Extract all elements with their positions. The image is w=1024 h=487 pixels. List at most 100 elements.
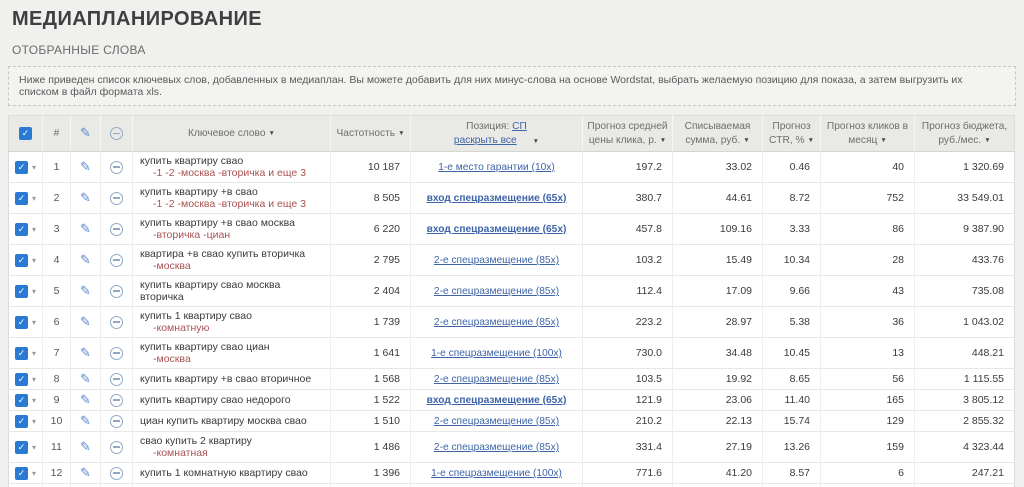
minus-circle-icon[interactable] bbox=[110, 441, 123, 454]
minus-circle-icon[interactable] bbox=[110, 415, 123, 428]
col-position: Позиция: СП раскрыть все▼ bbox=[411, 116, 583, 152]
position-cell: вход спецразмещение (65x) bbox=[411, 390, 583, 411]
pencil-icon[interactable]: ✎ bbox=[80, 160, 91, 173]
caret-down-icon[interactable]: ▾ bbox=[32, 318, 36, 327]
keyword-cell: купить квартиру свао москва вторичка bbox=[133, 276, 331, 307]
table-row: ✓▾5✎купить квартиру свао москва вторичка… bbox=[9, 276, 1015, 307]
row-checkbox[interactable]: ✓ bbox=[15, 467, 28, 480]
row-checkbox[interactable]: ✓ bbox=[15, 223, 28, 236]
caret-down-icon[interactable]: ▾ bbox=[32, 469, 36, 478]
col-avg-click-price[interactable]: Прогноз средней цены клика, р.▼ bbox=[583, 116, 673, 152]
clicks-value: 129 bbox=[821, 411, 915, 432]
col-keyword[interactable]: Ключевое слово▼ bbox=[133, 116, 331, 152]
caret-down-icon[interactable]: ▾ bbox=[32, 349, 36, 358]
frequency-value: 1 396 bbox=[331, 463, 411, 484]
keyword-text: купить квартиру свао недорого bbox=[140, 394, 326, 406]
col-budget[interactable]: Прогноз бюджета, руб./мес.▼ bbox=[915, 116, 1015, 152]
pencil-icon[interactable]: ✎ bbox=[80, 393, 91, 406]
pencil-icon[interactable]: ✎ bbox=[80, 466, 91, 479]
col-ctr[interactable]: Прогноз CTR, %▼ bbox=[763, 116, 821, 152]
row-checkbox[interactable]: ✓ bbox=[15, 373, 28, 386]
row-checkbox[interactable]: ✓ bbox=[15, 161, 28, 174]
row-select-cell: ✓▾ bbox=[9, 390, 43, 411]
row-select-cell: ✓▾ bbox=[9, 432, 43, 463]
row-checkbox[interactable]: ✓ bbox=[15, 254, 28, 267]
minus-circle-icon[interactable] bbox=[110, 223, 123, 236]
caret-down-icon[interactable]: ▾ bbox=[32, 375, 36, 384]
position-link[interactable]: 2-е спецразмещение (85x) bbox=[434, 255, 559, 266]
table-header-row: ✓ # ✎ Ключевое слово▼ Частотность▼ Позиц… bbox=[9, 116, 1015, 152]
clicks-value: 165 bbox=[821, 390, 915, 411]
position-link[interactable]: 2-е спецразмещение (85x) bbox=[434, 416, 559, 427]
clicks-value: 21 bbox=[821, 484, 915, 487]
caret-down-icon[interactable]: ▾ bbox=[32, 287, 36, 296]
row-select-cell: ✓▾ bbox=[9, 152, 43, 183]
minus-circle-icon[interactable] bbox=[110, 316, 123, 329]
position-sp-link[interactable]: СП bbox=[512, 121, 527, 132]
position-link[interactable]: 2-е спецразмещение (85x) bbox=[434, 442, 559, 453]
row-checkbox[interactable]: ✓ bbox=[15, 441, 28, 454]
pencil-icon[interactable]: ✎ bbox=[80, 222, 91, 235]
row-checkbox[interactable]: ✓ bbox=[15, 347, 28, 360]
ctr-value: 3.33 bbox=[763, 214, 821, 245]
minus-circle-icon[interactable] bbox=[110, 161, 123, 174]
position-expand-all-link[interactable]: раскрыть все bbox=[454, 135, 517, 146]
keyword-cell: циан купить квартиру москва свао bbox=[133, 411, 331, 432]
row-remove-cell bbox=[101, 214, 133, 245]
position-link[interactable]: 1-е спецразмещение (100x) bbox=[431, 468, 562, 479]
minus-words: -1 -2 -москва -вторичка и еще 3 bbox=[140, 167, 326, 179]
pencil-icon[interactable]: ✎ bbox=[80, 253, 91, 266]
avg-click-price-value: 730.0 bbox=[583, 338, 673, 369]
pencil-icon[interactable]: ✎ bbox=[80, 440, 91, 453]
position-link[interactable]: вход спецразмещение (65x) bbox=[427, 395, 567, 406]
position-cell: 2-е спецразмещение (85x) bbox=[411, 369, 583, 390]
position-cell: 1-е спецразмещение (100x) bbox=[411, 463, 583, 484]
row-checkbox[interactable]: ✓ bbox=[15, 285, 28, 298]
minus-circle-icon[interactable] bbox=[110, 254, 123, 267]
ctr-value: 8.65 bbox=[763, 369, 821, 390]
frequency-value: 1 522 bbox=[331, 390, 411, 411]
pencil-icon[interactable]: ✎ bbox=[80, 191, 91, 204]
col-charged-sum[interactable]: Списываемая сумма, руб.▼ bbox=[673, 116, 763, 152]
row-checkbox[interactable]: ✓ bbox=[15, 415, 28, 428]
col-clicks-month[interactable]: Прогноз кликов в месяц▼ bbox=[821, 116, 915, 152]
caret-down-icon[interactable]: ▾ bbox=[32, 396, 36, 405]
budget-value: 735.08 bbox=[915, 276, 1015, 307]
position-link[interactable]: 2-е спецразмещение (85x) bbox=[434, 286, 559, 297]
minus-circle-icon[interactable] bbox=[110, 373, 123, 386]
pencil-icon[interactable]: ✎ bbox=[80, 284, 91, 297]
minus-circle-icon[interactable] bbox=[110, 394, 123, 407]
sort-icon: ▼ bbox=[269, 130, 275, 137]
col-frequency[interactable]: Частотность▼ bbox=[331, 116, 411, 152]
caret-down-icon[interactable]: ▾ bbox=[32, 194, 36, 203]
caret-down-icon[interactable]: ▾ bbox=[32, 163, 36, 172]
position-link[interactable]: 1-е спецразмещение (100x) bbox=[431, 348, 562, 359]
minus-circle-icon[interactable] bbox=[110, 285, 123, 298]
select-all-checkbox[interactable]: ✓ bbox=[19, 127, 32, 140]
table-row: ✓▾10✎циан купить квартиру москва свао1 5… bbox=[9, 411, 1015, 432]
row-checkbox[interactable]: ✓ bbox=[15, 316, 28, 329]
position-link[interactable]: 2-е спецразмещение (85x) bbox=[434, 317, 559, 328]
caret-down-icon[interactable]: ▾ bbox=[32, 225, 36, 234]
ctr-value: 8.72 bbox=[763, 183, 821, 214]
sort-icon: ▼ bbox=[398, 130, 404, 137]
pencil-icon[interactable]: ✎ bbox=[80, 315, 91, 328]
row-checkbox[interactable]: ✓ bbox=[15, 192, 28, 205]
ctr-value: 9.66 bbox=[763, 276, 821, 307]
check-icon: ✓ bbox=[18, 396, 26, 405]
position-link[interactable]: 1-е место гарантии (10x) bbox=[438, 162, 555, 173]
pencil-icon[interactable]: ✎ bbox=[80, 414, 91, 427]
minus-circle-icon[interactable] bbox=[110, 467, 123, 480]
pencil-icon[interactable]: ✎ bbox=[80, 372, 91, 385]
position-link[interactable]: вход спецразмещение (65x) bbox=[427, 224, 567, 235]
minus-circle-icon[interactable] bbox=[110, 347, 123, 360]
caret-down-icon[interactable]: ▾ bbox=[32, 417, 36, 426]
minus-circle-icon[interactable] bbox=[110, 192, 123, 205]
caret-down-icon[interactable]: ▾ bbox=[32, 443, 36, 452]
position-link[interactable]: 2-е спецразмещение (85x) bbox=[434, 374, 559, 385]
position-link[interactable]: вход спецразмещение (65x) bbox=[427, 193, 567, 204]
row-edit-cell: ✎ bbox=[71, 245, 101, 276]
row-checkbox[interactable]: ✓ bbox=[15, 394, 28, 407]
caret-down-icon[interactable]: ▾ bbox=[32, 256, 36, 265]
pencil-icon[interactable]: ✎ bbox=[80, 346, 91, 359]
